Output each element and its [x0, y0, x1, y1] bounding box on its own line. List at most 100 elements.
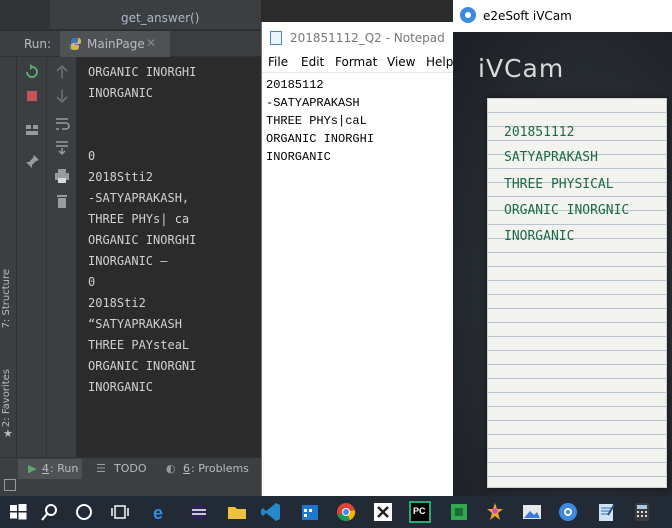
notepad-taskbar-icon[interactable]: [594, 500, 618, 524]
tab-problems[interactable]: ◐ 6 : Problems: [166, 459, 260, 479]
favorites-tool-label[interactable]: 2: Favorites: [1, 369, 12, 427]
play-icon: ▶: [28, 462, 37, 475]
run-actions-toolbar: [17, 57, 47, 457]
console-line: 2018Stti2: [88, 170, 154, 184]
trash-icon[interactable]: [51, 192, 73, 210]
arrow-up-icon[interactable]: [51, 63, 73, 81]
tab-problems-number: 6: [183, 462, 190, 475]
console-line: THREE PAYsteaL: [88, 338, 190, 352]
pin-icon[interactable]: [21, 153, 43, 171]
editor-tab-strip: get_answer(): [0, 0, 261, 30]
console-line: ORGANIC INORGHI: [88, 233, 197, 247]
console-line: 2018Sti2: [88, 296, 146, 310]
console-line: INORGANIC —: [88, 254, 168, 268]
structure-tool-label[interactable]: 7: Structure: [1, 269, 12, 328]
taskbar: e PC: [0, 496, 672, 528]
stop-icon[interactable]: [21, 87, 43, 105]
handwritten-line: 201851112: [504, 125, 575, 140]
ivcam-title-bar[interactable]: e2eSoft iVCam: [453, 0, 672, 32]
close-icon[interactable]: ✕: [146, 36, 156, 50]
console-line: 0: [88, 275, 96, 289]
run-tab-mainpage[interactable]: MainPage ✕: [60, 31, 170, 57]
windows-start-icon[interactable]: [6, 500, 30, 524]
paint-icon[interactable]: [483, 500, 507, 524]
arrow-down-icon[interactable]: [51, 87, 73, 105]
calendar-icon[interactable]: [298, 500, 322, 524]
xampp-icon[interactable]: [371, 500, 395, 524]
tab-run[interactable]: ▶ 4 : Run: [18, 459, 82, 479]
console-line: ORGANIC INORGHI: [88, 65, 197, 79]
list-icon: ☰: [96, 462, 106, 475]
handwritten-line: SATYAPRAKASH: [504, 150, 598, 165]
console-line: INORGANIC: [88, 380, 154, 394]
soft-wrap-icon[interactable]: [51, 115, 73, 133]
green-app-icon[interactable]: [447, 500, 471, 524]
ivcam-window: e2eSoft iVCam iVCam 201851112 SATYAPRAKA…: [453, 0, 672, 496]
vscode-icon[interactable]: [259, 500, 283, 524]
problems-icon: ◐: [166, 462, 176, 475]
chrome-icon[interactable]: [334, 500, 358, 524]
handwritten-line: THREE PHYSICAL: [504, 177, 614, 192]
eclipse-icon[interactable]: [187, 500, 211, 524]
tab-run-label: : Run: [50, 462, 79, 475]
ivcam-icon: [460, 7, 476, 23]
function-breadcrumb[interactable]: get_answer(): [121, 11, 199, 25]
task-view-icon[interactable]: [108, 500, 132, 524]
handwritten-line: INORGANIC: [504, 229, 575, 244]
console-line: INORGANIC: [88, 86, 154, 100]
cortana-icon[interactable]: [72, 500, 96, 524]
tab-run-number: 4: [42, 462, 49, 475]
camera-preview: iVCam 201851112 SATYAPRAKASH THREE PHYSI…: [453, 32, 672, 496]
menu-file[interactable]: File: [268, 55, 288, 69]
desktop: get_answer() Run: MainPage ✕ 7: Structur…: [0, 0, 672, 528]
search-icon[interactable]: [38, 500, 62, 524]
run-toolbar: Run: MainPage ✕: [0, 31, 261, 57]
left-tool-strip: 7: Structure 2: Favorites ★: [0, 57, 17, 457]
text-line: THREE PHYs|caL: [266, 114, 367, 128]
editor-gutter: [0, 0, 50, 30]
console-actions-toolbar: [47, 57, 77, 457]
tool-windows-toggle-icon[interactable]: [4, 479, 16, 491]
menu-edit[interactable]: Edit: [301, 55, 324, 69]
scroll-to-end-icon[interactable]: [51, 139, 73, 157]
menu-format[interactable]: Format: [335, 55, 377, 69]
ivcam-title: e2eSoft iVCam: [483, 9, 572, 23]
notepad-title-bar[interactable]: 201851112_Q2 - Notepad: [262, 22, 454, 51]
file-explorer-icon[interactable]: [225, 500, 249, 524]
text-line: ORGANIC INORGHI: [266, 132, 375, 146]
run-console-output[interactable]: ORGANIC INORGHI INORGANIC 0 2018Stti2 -S…: [78, 57, 261, 457]
notepad-text-area[interactable]: 20185112 -SATYAPRAKASH THREE PHYs|caL OR…: [262, 74, 454, 496]
notepad-menu-bar: File Edit Format View Help: [262, 51, 454, 73]
console-line: 0: [88, 149, 96, 163]
menu-view[interactable]: View: [387, 55, 415, 69]
console-line: ORGANIC INORGNI: [88, 359, 197, 373]
tab-todo-label: TODO: [114, 462, 147, 475]
menu-help[interactable]: Help: [426, 55, 453, 69]
print-icon[interactable]: [51, 167, 73, 185]
tab-problems-label: : Problems: [191, 462, 249, 475]
notepad-icon: [270, 31, 282, 45]
python-icon: [69, 38, 81, 50]
svg-text:PC: PC: [413, 506, 426, 516]
text-line: -SATYAPRAKASH: [266, 96, 360, 110]
tool-window-bar: ▶ 4 : Run ☰ TODO ◐ 6 : Problems: [0, 457, 261, 496]
handwritten-line: ORGANIC INORGNIC: [504, 203, 630, 218]
run-tab-label: MainPage: [87, 37, 145, 51]
pycharm-icon[interactable]: PC: [408, 500, 432, 524]
text-line: INORGANIC: [266, 150, 331, 164]
text-line: 20185112: [266, 78, 324, 92]
rerun-icon[interactable]: [21, 63, 43, 81]
tab-todo[interactable]: ☰ TODO: [96, 459, 156, 479]
edge-icon[interactable]: e: [148, 500, 172, 524]
console-line: -SATYAPRAKASH,: [88, 191, 190, 205]
photos-icon[interactable]: [520, 500, 544, 524]
ivcam-logo: iVCam: [478, 54, 565, 83]
notepad-title: 201851112_Q2 - Notepad: [290, 31, 445, 45]
calculator-icon[interactable]: [630, 500, 654, 524]
svg-text:e: e: [153, 503, 163, 523]
layout-icon[interactable]: [21, 121, 43, 139]
ivcam-taskbar-icon[interactable]: [556, 500, 580, 524]
star-icon: ★: [3, 427, 13, 440]
handwritten-note: 201851112 SATYAPRAKASH THREE PHYSICAL OR…: [487, 98, 667, 488]
run-label: Run:: [24, 37, 52, 51]
